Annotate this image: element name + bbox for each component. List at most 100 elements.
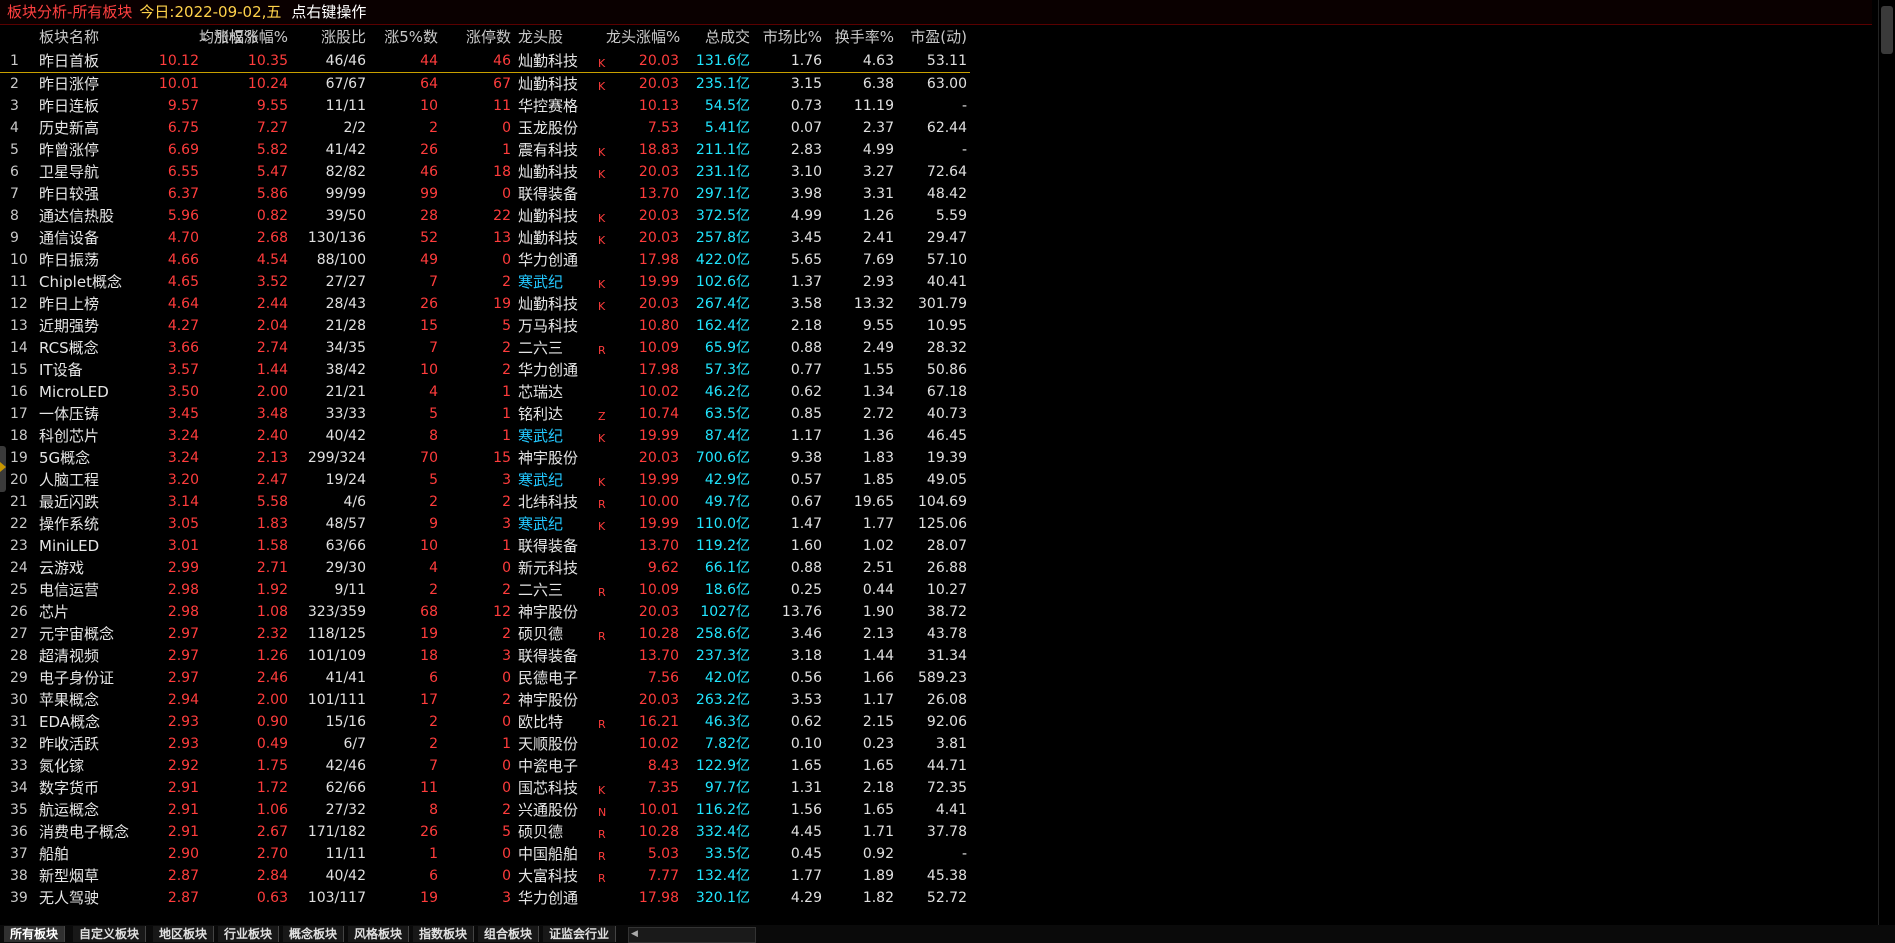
pe-ratio: 57.10 <box>926 252 967 268</box>
tab-3[interactable]: 行业板块 <box>218 926 280 942</box>
market-share: 0.62 <box>790 384 822 400</box>
leader-stock: 华力创通 <box>518 361 579 379</box>
header-weighted-change[interactable]: 加权涨幅% <box>205 24 288 50</box>
row-index: 15 <box>10 362 28 378</box>
up5-count: 6 <box>429 670 438 686</box>
leader-change: 20.03 <box>638 164 679 180</box>
header-name[interactable]: 板块名称 <box>39 24 169 50</box>
tab-8[interactable]: 证监会行业 <box>543 926 617 942</box>
tab-4[interactable]: 概念板块 <box>283 926 345 942</box>
table-row[interactable]: 25 电信运营 2.98 1.92 9/11 2 2 二六三 R 10.09 18.6亿 0.25 0.… <box>0 579 970 601</box>
tab-6[interactable]: 指数板块 <box>413 926 475 942</box>
table-row[interactable]: 10 昨日振荡 4.66 4.54 88/100 49 0 华力创通 17.98 422.0亿 5.… <box>0 249 970 271</box>
table-row[interactable]: 37 船舶 2.90 2.70 11/11 1 0 中国船舶 R 5.03 33.5亿 0.45 0.9… <box>0 843 970 865</box>
table-row[interactable]: 34 数字货币 2.91 1.72 62/66 11 0 国芯科技 K 7.35 97.7亿 1.31… <box>0 777 970 799</box>
table-row[interactable]: 22 操作系统 3.05 1.83 48/57 9 3 寒武纪 K 19.99 110.0亿 1.47… <box>0 513 970 535</box>
limit-up-count: 2 <box>502 692 511 708</box>
table-row[interactable]: 1 昨日首板 10.12 10.35 46/46 44 46 灿勤科技 K 20.03 131.6亿… <box>0 50 970 73</box>
table-row[interactable]: 29 电子身份证 2.97 2.46 41/41 6 0 民德电子 7.56 42.0亿 0.56 1… <box>0 667 970 689</box>
table-row[interactable]: 8 通达信热股 5.96 0.82 39/50 28 22 灿勤科技 K 20.03 372.5亿 4… <box>0 205 970 227</box>
pe-ratio: 72.64 <box>926 164 967 180</box>
scroll-left-icon[interactable]: ◀ <box>631 929 641 939</box>
leader-stock: 华力创通 <box>518 251 579 269</box>
table-row[interactable]: 33 氮化镓 2.92 1.75 42/46 7 0 中瓷电子 8.43 122.9亿 1.65 1.… <box>0 755 970 777</box>
table-row[interactable]: 23 MiniLED 3.01 1.58 63/66 10 1 联得装备 13.70 119.2亿… <box>0 535 970 557</box>
avg-change: 10.01 <box>158 76 199 92</box>
up-ratio: 171/182 <box>307 824 366 840</box>
turnover: 63.5亿 <box>704 406 750 422</box>
header-up-ratio[interactable]: 涨股比 <box>292 24 366 50</box>
table-row[interactable]: 3 昨日连板 9.57 9.55 11/11 10 11 华控赛格 10.13 54.5亿 0.73… <box>0 95 970 117</box>
turnover-rate: 1.77 <box>862 516 894 532</box>
tab-1[interactable]: 自定义板块 <box>73 926 147 942</box>
up-ratio: 82/82 <box>325 164 366 180</box>
table-row[interactable]: 4 历史新高 6.75 7.27 2/2 2 0 玉龙股份 7.53 5.41亿 0.07 2.37 6… <box>0 117 970 139</box>
avg-change: 2.92 <box>167 758 199 774</box>
header-turnover[interactable]: 总成交 <box>680 24 750 50</box>
table-row[interactable]: 5 昨曾涨停 6.69 5.82 41/42 26 1 震有科技 K 18.83 211.1亿 2.8… <box>0 139 970 161</box>
pe-ratio: 43.78 <box>926 626 967 642</box>
table-row[interactable]: 31 EDA概念 2.93 0.90 15/16 2 0 欧比特 R 16.21 46.3亿 0.62… <box>0 711 970 733</box>
up-ratio: 41/41 <box>325 670 366 686</box>
table-row[interactable]: 17 一体压铸 3.45 3.48 33/33 5 1 铭利达 Z 10.74 63.5亿 0.85 2… <box>0 403 970 425</box>
header-market-share[interactable]: 市场比% <box>756 24 822 50</box>
table-row[interactable]: 13 近期强势 4.27 2.04 21/28 15 5 万马科技 10.80 162.4亿 2.1… <box>0 315 970 337</box>
table-row[interactable]: 32 昨收活跃 2.93 0.49 6/7 2 1 天顺股份 10.02 7.82亿 0.10 0.2… <box>0 733 970 755</box>
market-share: 4.45 <box>790 824 822 840</box>
table-row[interactable]: 7 昨日较强 6.37 5.86 99/99 99 0 联得装备 13.70 297.1亿 3.98… <box>0 183 970 205</box>
leader-change: 20.03 <box>638 76 679 92</box>
header-pe[interactable]: 市盈(动) <box>897 24 967 50</box>
pe-ratio: 104.69 <box>918 494 967 510</box>
header-limit-up[interactable]: 涨停数 <box>442 24 511 50</box>
table-row[interactable]: 30 苹果概念 2.94 2.00 101/111 17 2 神宇股份 20.03 263.2亿 3… <box>0 689 970 711</box>
table-row[interactable]: 39 无人驾驶 2.87 0.63 103/117 19 3 华力创通 17.98 320.1亿 4… <box>0 887 970 909</box>
vertical-scrollbar[interactable] <box>1878 0 1895 928</box>
turnover: 231.1亿 <box>695 164 750 180</box>
table-row[interactable]: 35 航运概念 2.91 1.06 27/32 8 2 兴通股份 N 10.01 116.2亿 1.5… <box>0 799 970 821</box>
avg-change: 3.66 <box>167 340 199 356</box>
expand-arrow-icon[interactable] <box>0 462 6 472</box>
table-row[interactable]: 2 昨日涨停 10.01 10.24 67/67 64 67 灿勤科技 K 20.03 235.1亿… <box>0 73 970 95</box>
tab-7[interactable]: 组合板块 <box>478 926 540 942</box>
tab-2[interactable]: 地区板块 <box>153 926 215 942</box>
table-row[interactable]: 15 IT设备 3.57 1.44 38/42 10 2 华力创通 17.98 57.3亿 0.77… <box>0 359 970 381</box>
avg-change: 3.20 <box>167 472 199 488</box>
limit-up-count: 0 <box>502 868 511 884</box>
table-row[interactable]: 12 昨日上榜 4.64 2.44 28/43 26 19 灿勤科技 K 20.03 267.4亿 3… <box>0 293 970 315</box>
pe-ratio: 44.71 <box>926 758 967 774</box>
header-leader[interactable]: 龙头股 <box>518 24 598 50</box>
table-row[interactable]: 24 云游戏 2.99 2.71 29/30 4 0 新元科技 9.62 66.1亿 0.88 2.5… <box>0 557 970 579</box>
table-row[interactable]: 19 5G概念 3.24 2.13 299/324 70 15 神宇股份 20.03 700.6亿… <box>0 447 970 469</box>
up5-count: 7 <box>429 340 438 356</box>
table-row[interactable]: 18 科创芯片 3.24 2.40 40/42 8 1 寒武纪 K 19.99 87.4亿 1.17 1… <box>0 425 970 447</box>
row-index: 30 <box>10 692 28 708</box>
table-row[interactable]: 36 消费电子概念 2.91 2.67 171/182 26 5 硕贝德 R 10.28 332.4… <box>0 821 970 843</box>
up5-count: 26 <box>420 296 438 312</box>
table-row[interactable]: 20 人脑工程 3.20 2.47 19/24 5 3 寒武纪 K 19.99 42.9亿 0.57 1… <box>0 469 970 491</box>
tab-scrollbar[interactable]: ◀ <box>628 927 756 943</box>
table-row[interactable]: 27 元宇宙概念 2.97 2.32 118/125 19 2 硕贝德 R 10.28 258.6亿… <box>0 623 970 645</box>
up-ratio: 67/67 <box>325 76 366 92</box>
limit-up-count: 2 <box>502 582 511 598</box>
table-row[interactable]: 21 最近闪跌 3.14 5.58 4/6 2 2 北纬科技 R 10.00 49.7亿 0.67 19… <box>0 491 970 513</box>
scrollbar-thumb[interactable] <box>1881 6 1893 54</box>
header-up5[interactable]: 涨5%数 <box>370 24 438 50</box>
turnover-rate: 1.55 <box>862 362 894 378</box>
table-row[interactable]: 11 Chiplet概念 4.65 3.52 27/27 7 2 寒武纪 K 19.99 102.6… <box>0 271 970 293</box>
row-index: 38 <box>10 868 28 884</box>
table-row[interactable]: 16 MicroLED 3.50 2.00 21/21 4 1 芯瑞达 10.02 46.2亿 0.… <box>0 381 970 403</box>
tab-5[interactable]: 风格板块 <box>348 926 410 942</box>
table-row[interactable]: 26 芯片 2.98 1.08 323/359 68 12 神宇股份 20.03 1027亿 13.… <box>0 601 970 623</box>
pe-ratio: 52.72 <box>926 890 967 906</box>
avg-change: 2.87 <box>167 890 199 906</box>
header-leader-change[interactable]: 龙头涨幅% <box>606 24 680 50</box>
table-row[interactable]: 38 新型烟草 2.87 2.84 40/42 6 0 大富科技 R 7.77 132.4亿 1.77… <box>0 865 970 887</box>
table-row[interactable]: 9 通信设备 4.70 2.68 130/136 52 13 灿勤科技 K 20.03 257.8亿… <box>0 227 970 249</box>
table-row[interactable]: 6 卫星导航 6.55 5.47 82/82 46 18 灿勤科技 K 20.03 231.1亿 3.… <box>0 161 970 183</box>
table-row[interactable]: 28 超清视频 2.97 1.26 101/109 18 3 联得装备 13.70 237.3亿 3… <box>0 645 970 667</box>
leader-stock: 联得装备 <box>518 185 579 203</box>
tab-0[interactable]: 所有板块 <box>4 926 66 942</box>
table-row[interactable]: 14 RCS概念 3.66 2.74 34/35 7 2 二六三 R 10.09 65.9亿 0.88… <box>0 337 970 359</box>
header-turnover-rate[interactable]: 换手率% <box>826 24 894 50</box>
turnover: 42.0亿 <box>704 670 750 686</box>
